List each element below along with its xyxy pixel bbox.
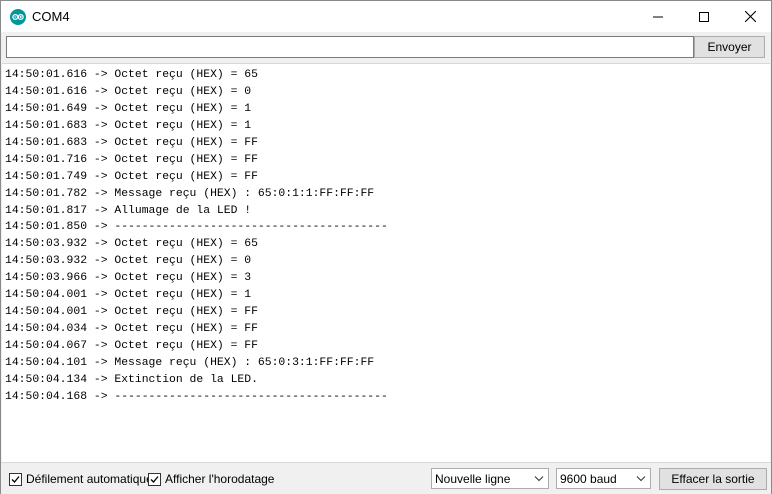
timestamp-checkbox[interactable]: Afficher l'horodatage bbox=[148, 472, 274, 486]
output-line: 14:50:03.932 -> Octet reçu (HEX) = 0 bbox=[5, 255, 252, 268]
serial-monitor-window: COM4 Envoyer 14:50:01.616 -> Octet reçu … bbox=[0, 0, 772, 494]
maximize-icon bbox=[699, 11, 709, 22]
minimize-icon bbox=[653, 16, 663, 17]
line-ending-select[interactable]: Nouvelle ligne bbox=[431, 468, 549, 489]
output-line: 14:50:04.101 -> Message reçu (HEX) : 65:… bbox=[5, 356, 375, 369]
send-bar: Envoyer bbox=[1, 32, 771, 62]
output-line: 14:50:03.966 -> Octet reçu (HEX) = 3 bbox=[5, 272, 252, 285]
output-line: 14:50:04.001 -> Octet reçu (HEX) = FF bbox=[5, 306, 258, 319]
checkbox-checked-icon bbox=[148, 472, 161, 486]
output-line: 14:50:04.034 -> Octet reçu (HEX) = FF bbox=[5, 323, 258, 336]
output-line: 14:50:01.850 -> ------------------------… bbox=[5, 221, 388, 234]
output-line: 14:50:01.649 -> Octet reçu (HEX) = 1 bbox=[5, 102, 252, 115]
baud-rate-value: 9600 baud bbox=[560, 471, 617, 486]
output-line: 14:50:01.749 -> Octet reçu (HEX) = FF bbox=[5, 170, 258, 183]
baud-rate-select[interactable]: 9600 baud bbox=[556, 468, 651, 489]
title-bar: COM4 bbox=[1, 1, 771, 32]
output-line: 14:50:01.817 -> Allumage de la LED ! bbox=[5, 204, 252, 217]
output-line: 14:50:01.683 -> Octet reçu (HEX) = 1 bbox=[5, 119, 252, 132]
footer-bar: Défilement automatique Afficher l'horoda… bbox=[1, 462, 771, 494]
output-line: 14:50:03.932 -> Octet reçu (HEX) = 65 bbox=[5, 238, 258, 251]
close-icon bbox=[744, 11, 756, 22]
output-line: 14:50:04.067 -> Octet reçu (HEX) = FF bbox=[5, 340, 258, 352]
serial-output-lines: 14:50:01.616 -> Octet reçu (HEX) = 65 14:… bbox=[5, 67, 388, 406]
close-button[interactable] bbox=[727, 1, 772, 32]
line-ending-value: Nouvelle ligne bbox=[435, 471, 511, 486]
autoscroll-checkbox[interactable]: Défilement automatique bbox=[9, 472, 153, 486]
serial-output-area[interactable]: 14:50:01.616 -> Octet reçu (HEX) = 65 14:… bbox=[2, 63, 770, 462]
output-line: 14:50:01.616 -> Octet reçu (HEX) = 0 bbox=[5, 85, 252, 98]
chevron-down-icon bbox=[636, 476, 646, 482]
maximize-button[interactable] bbox=[681, 1, 727, 32]
arduino-infinity-icon bbox=[10, 9, 26, 25]
chevron-down-icon bbox=[534, 476, 544, 482]
window-title: COM4 bbox=[32, 9, 70, 24]
output-line: 14:50:01.683 -> Octet reçu (HEX) = FF bbox=[5, 136, 258, 149]
output-line: 14:50:01.716 -> Octet reçu (HEX) = FF bbox=[5, 153, 258, 166]
clear-output-button[interactable]: Effacer la sortie bbox=[659, 468, 767, 490]
output-line: 14:50:01.782 -> Message reçu (HEX) : 65:… bbox=[5, 187, 375, 200]
timestamp-label: Afficher l'horodatage bbox=[165, 472, 275, 486]
minimize-button[interactable] bbox=[635, 1, 681, 32]
send-input[interactable] bbox=[6, 36, 694, 58]
output-line: 14:50:01.616 -> Octet reçu (HEX) = 65 bbox=[5, 69, 258, 81]
output-line: 14:50:04.001 -> Octet reçu (HEX) = 1 bbox=[5, 289, 252, 302]
autoscroll-label: Défilement automatique bbox=[26, 472, 153, 486]
output-line: 14:50:04.168 -> ------------------------… bbox=[5, 390, 388, 403]
send-button[interactable]: Envoyer bbox=[694, 36, 765, 58]
checkbox-checked-icon bbox=[9, 472, 22, 486]
output-line: 14:50:04.134 -> Extinction de la LED. bbox=[5, 373, 258, 386]
